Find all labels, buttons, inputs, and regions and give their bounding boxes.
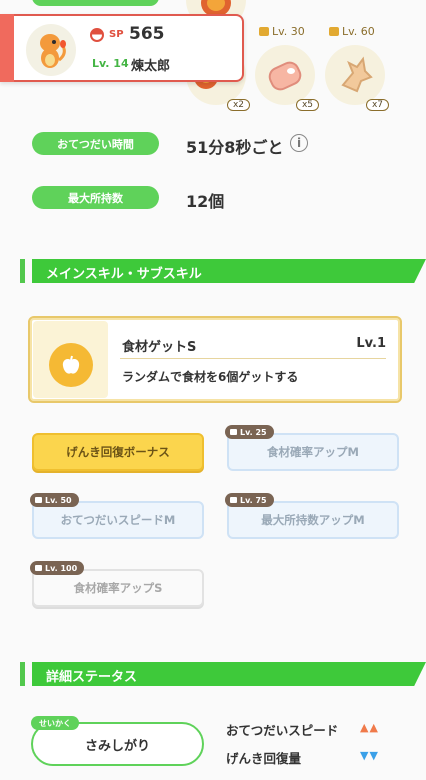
main-skill-level: Lv.1 [356,336,386,351]
ingredient-count: x5 [295,99,319,111]
sp-value: 565 [129,24,165,44]
max-carry-label: 最大所持数 [32,186,159,209]
help-time-value: 51分8秒ごと [186,138,284,157]
apple-icon [49,343,93,387]
sub-skill-label: 食材確率アップS [73,581,163,595]
pokemon-name: 煉太郎 [131,59,171,74]
ingredient-count: x7 [365,99,389,111]
sub-skill-energy-recovery-bonus[interactable]: げんき回復ボーナス [32,433,204,471]
sp-label: SP [109,29,124,40]
nature-up-label: おてつだいスピード [226,723,339,738]
unlock-level-badge: Lv. 25 [225,425,274,439]
ingredient-slot-2[interactable]: Lv. 30 x5 [255,25,319,111]
ginger-icon [341,56,373,93]
pokemon-level: Lv. 14 [92,57,129,70]
unlock-level-badge: Lv. 75 [225,493,274,507]
sub-skill-helping-speed-m[interactable]: Lv. 50 おてつだいスピードM [30,493,204,539]
section-title: 詳細ステータス [46,670,138,685]
nature-tag: せいかく [31,716,79,730]
section-marker [20,259,25,283]
charmander-icon [40,34,66,68]
section-marker [20,662,25,686]
unlock-level-badge: Lv. 30 [259,25,305,38]
pokemon-summary-card[interactable]: SP 565 Lv. 14 煉太郎 [0,14,244,82]
sub-skill-inventory-up-m[interactable]: Lv. 75 最大所持数アップM [225,493,399,539]
lock-icon [259,27,269,36]
sub-skill-label: げんき回復ボーナス [66,445,170,459]
sub-skill-ingredient-finder-m[interactable]: Lv. 25 食材確率アップM [225,425,399,471]
unlock-level-badge: Lv. 100 [30,561,85,575]
unlock-level-badge: Lv. 60 [329,25,375,38]
main-skill-name: 食材ゲットS [122,340,197,355]
help-time-label: おてつだい時間 [32,132,159,155]
ingredient-slot-3[interactable]: Lv. 60 x7 [325,25,389,111]
main-skill-card[interactable]: 食材ゲットS Lv.1 ランダムで食材を6個ゲットする [28,316,402,403]
ingredient-count: x2 [226,99,250,111]
detail-section-header: 詳細ステータス [20,662,426,686]
card-accent-bar [0,14,14,82]
skill-icon-panel [33,321,108,398]
lock-icon [35,565,42,571]
divider [120,358,386,359]
info-icon[interactable]: i [290,134,308,152]
stat-down-arrows-icon: ▼▼ [360,749,379,762]
nature-down-label: げんき回復量 [226,751,302,766]
sub-skill-label: 最大所持数アップM [261,513,365,527]
main-skill-description: ランダムで食材を6個ゲットする [122,370,299,384]
pokeball-icon [90,28,104,42]
sub-skill-label: 食材確率アップM [267,445,359,459]
meat-icon [268,61,302,91]
sub-skill-ingredient-finder-s[interactable]: Lv. 100 食材確率アップS [30,561,204,607]
lock-icon [230,497,237,503]
lock-icon [329,27,339,36]
unlock-level-badge: Lv. 50 [30,493,79,507]
nature-value: さみしがり [84,738,150,754]
section-title: メインスキル・サブスキル [46,267,202,282]
pokemon-avatar [26,24,76,76]
lock-icon [230,429,237,435]
stat-up-arrows-icon: ▲▲ [360,721,379,734]
clipped-top-tag [32,0,159,6]
skills-section-header: メインスキル・サブスキル [20,259,426,283]
lock-icon [35,497,42,503]
max-carry-value: 12個 [186,192,225,211]
sub-skill-label: おてつだいスピードM [60,513,176,527]
